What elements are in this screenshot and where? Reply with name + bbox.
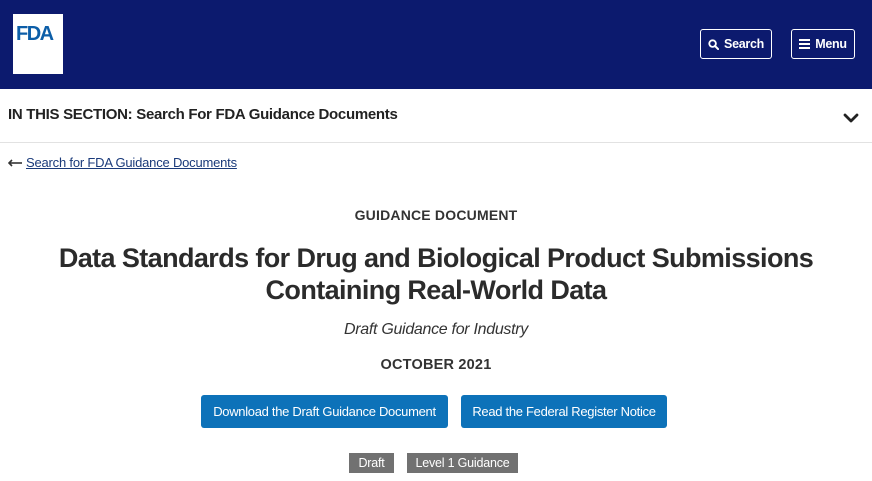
federal-register-notice-button[interactable]: Read the Federal Register Notice (461, 395, 667, 428)
search-icon (708, 38, 720, 50)
arrow-left-icon (7, 155, 22, 170)
document-subtitle: Draft Guidance for Industry (344, 321, 528, 338)
document-type: GUIDANCE DOCUMENT (354, 207, 518, 223)
back-link-label[interactable]: Search for FDA Guidance Documents (26, 155, 237, 170)
document-date: OCTOBER 2021 (380, 357, 492, 373)
logo-text: FDA (16, 23, 54, 45)
chevron-down-icon[interactable] (843, 111, 859, 129)
status-badge-draft: Draft (349, 453, 394, 473)
status-badge-level: Level 1 Guidance (407, 453, 518, 473)
download-draft-guidance-button[interactable]: Download the Draft Guidance Document (201, 395, 448, 428)
page-title: Data Standards for Drug and Biological P… (58, 243, 814, 305)
menu-button-label: Menu (815, 37, 847, 51)
section-label: IN THIS SECTION: Search For FDA Guidance… (8, 106, 398, 123)
hamburger-icon (799, 39, 811, 49)
search-button[interactable]: Search (700, 29, 772, 59)
search-button-label: Search (724, 37, 764, 51)
site-header: FDA Search Menu (0, 0, 872, 89)
fda-logo[interactable]: FDA (13, 14, 63, 74)
menu-button[interactable]: Menu (791, 29, 855, 59)
section-nav-bar[interactable]: IN THIS SECTION: Search For FDA Guidance… (0, 89, 872, 143)
back-link[interactable]: Search for FDA Guidance Documents (7, 155, 237, 170)
